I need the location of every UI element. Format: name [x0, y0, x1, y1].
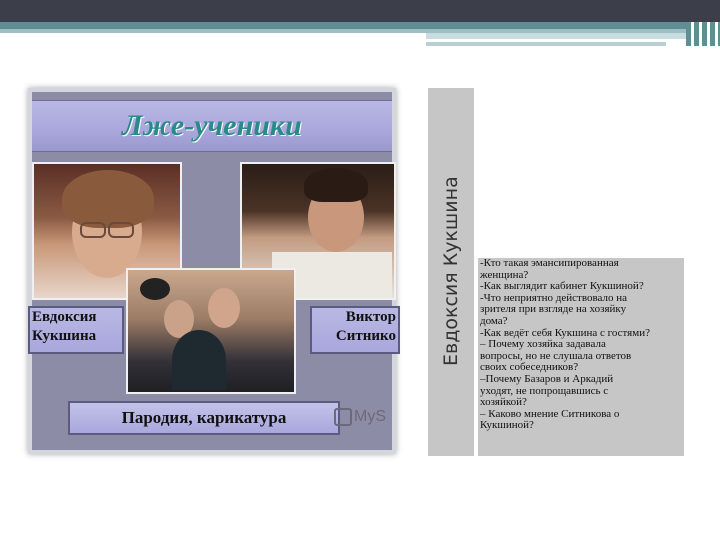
question-item: –Почему Базаров и Аркадий уходят, не поп…	[480, 372, 614, 409]
glasses-icon	[108, 222, 134, 238]
photo-couple	[126, 268, 296, 394]
slide-title: Лже-ученики	[122, 109, 302, 142]
glasses-icon	[80, 222, 106, 238]
fan-shape	[172, 330, 226, 390]
label-kukshina: Евдоксия Кукшина	[28, 306, 124, 354]
header-accent-bar	[0, 22, 720, 29]
label-sitnikov: Виктор Ситнико	[310, 306, 400, 354]
header-accent-line-2	[426, 42, 666, 46]
watermark: MyS	[334, 408, 386, 426]
side-title: Евдоксия Кукшина	[440, 176, 462, 366]
slide-title-band: Лже-ученики	[32, 100, 392, 152]
face-shape	[208, 288, 240, 328]
hair-shape	[304, 168, 368, 202]
watermark-logo-icon	[334, 408, 352, 426]
slide-image: Лже-ученики Евдоксия Кукшина Виктор Ситн…	[28, 88, 400, 454]
header-accent-line	[426, 33, 720, 39]
hair-shape	[62, 170, 154, 228]
side-title-column: Евдоксия Кукшина	[428, 88, 474, 456]
header-stripes	[686, 22, 720, 46]
question-item: – Почему хозяйка задавала вопросы, но не…	[480, 338, 632, 374]
question-item: -Кто такая эмансипированная женщина?	[480, 257, 619, 281]
hat-shape	[140, 278, 170, 300]
header-bar	[0, 0, 720, 22]
questions-block: -Кто такая эмансипированная женщина? -Ка…	[478, 257, 684, 456]
question-item: -Что неприятно действовало на зрителя пр…	[480, 291, 627, 327]
question-item: – Каково мнение Ситникова о Кукшиной?	[480, 407, 620, 432]
watermark-text: MyS	[354, 408, 386, 426]
label-parody: Пародия, карикатура	[68, 401, 340, 435]
